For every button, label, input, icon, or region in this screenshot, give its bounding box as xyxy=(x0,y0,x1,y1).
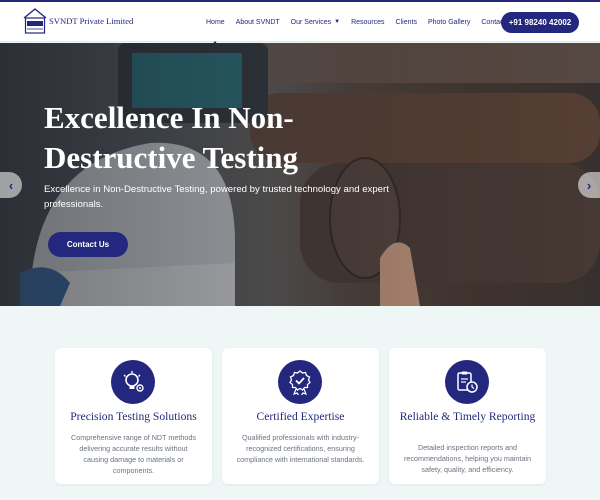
hero-banner: Excellence In Non-Destructive Testing Ex… xyxy=(0,43,600,306)
nav-clients-label: Clients xyxy=(395,18,417,26)
nav-resources[interactable]: Resources xyxy=(351,19,384,26)
feature-title: Reliable & Timely Reporting xyxy=(399,410,536,423)
nav-photo-gallery-label: Photo Gallery xyxy=(427,18,471,26)
feature-description: Comprehensive range of NDT methods deliv… xyxy=(71,433,196,475)
lightbulb-gear-icon xyxy=(111,360,155,404)
nav-clients[interactable]: Clients xyxy=(396,19,417,26)
award-badge-icon xyxy=(278,360,322,404)
main-nav: Home About SVNDT Our Services ▼ Resource… xyxy=(200,2,527,46)
phone-call-button[interactable]: +91 98240 42002 xyxy=(501,12,579,33)
feature-card-reporting: Reliable & Timely Reporting Detailed ins… xyxy=(389,348,546,484)
nav-home-label: Home xyxy=(206,18,225,26)
feature-card-precision: Precision Testing Solutions Comprehensiv… xyxy=(55,348,212,484)
feature-description: Detailed inspection reports and recommen… xyxy=(403,443,532,474)
feature-title: Certified Expertise xyxy=(256,410,345,423)
nav-about-label: About SVNDT xyxy=(235,18,280,26)
feature-card-certified: Certified Expertise Qualified profession… xyxy=(222,348,379,484)
brand-name: SVNDT Private Limited xyxy=(49,16,134,26)
brand-logo[interactable]: SVNDT Private Limited xyxy=(23,8,133,34)
chevron-right-icon: › xyxy=(586,177,592,193)
hero-subtitle: Excellence in Non-Destructive Testing, p… xyxy=(44,184,389,210)
feature-description: Qualified professionals with industry-re… xyxy=(236,433,365,464)
chevron-down-icon: ▼ xyxy=(334,19,341,25)
chevron-left-icon: ‹ xyxy=(8,177,14,193)
house-logo-icon xyxy=(23,8,47,34)
nav-about[interactable]: About SVNDT xyxy=(236,19,280,26)
slider-next-button[interactable]: › xyxy=(578,172,600,198)
report-clock-icon xyxy=(445,360,489,404)
nav-resources-label: Resources xyxy=(351,18,385,26)
features-section: Precision Testing Solutions Comprehensiv… xyxy=(0,306,600,500)
feature-title: Precision Testing Solutions xyxy=(70,410,197,423)
nav-our-services-label: Our Services xyxy=(290,18,332,26)
hero-title: Excellence In Non-Destructive Testing xyxy=(44,100,299,175)
nav-our-services[interactable]: Our Services ▼ xyxy=(291,19,340,26)
contact-us-button[interactable]: Contact Us xyxy=(48,232,128,257)
nav-home[interactable]: Home xyxy=(206,18,225,46)
site-header: SVNDT Private Limited Home About SVNDT O… xyxy=(0,2,600,46)
nav-photo-gallery[interactable]: Photo Gallery xyxy=(428,19,470,26)
